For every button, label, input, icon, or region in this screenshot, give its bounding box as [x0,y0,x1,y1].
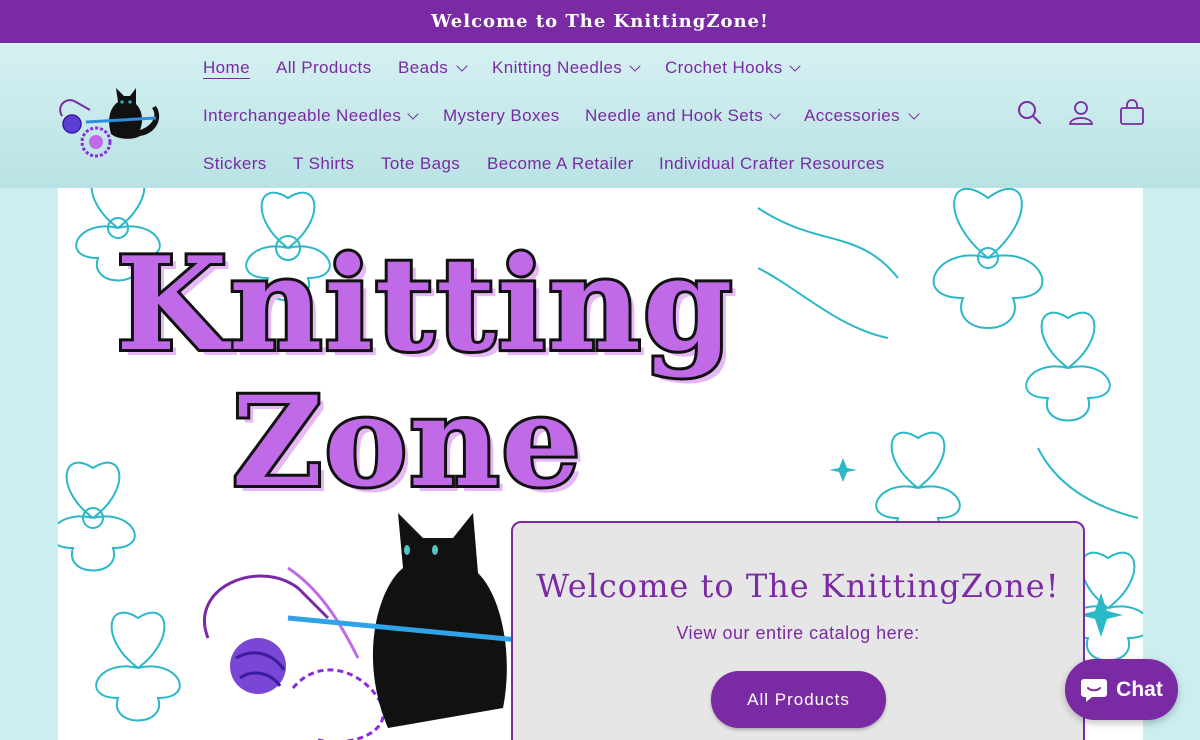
nav-t-shirts[interactable]: T Shirts [293,154,354,174]
crochet-hooks-chevron-down-icon[interactable] [789,60,801,72]
chat-bubble-icon [1081,678,1108,702]
nav-interchangeable-needles[interactable]: Interchangeable Needles [203,106,401,126]
hero-banner: Knitting Knitting Zone Zone Welcome to T… [58,188,1143,740]
interchangeable-needles-chevron-down-icon[interactable] [407,108,419,120]
cart-icon[interactable] [1117,98,1147,128]
knitting-needles-chevron-down-icon[interactable] [629,60,641,72]
nav-knitting-needles[interactable]: Knitting Needles [492,58,622,78]
nav-all-products[interactable]: All Products [276,58,372,78]
store-logo[interactable] [56,76,162,162]
announcement-text: Welcome to The KnittingZone! [431,11,769,32]
chat-label: Chat [1116,677,1163,701]
accessories-chevron-down-icon[interactable] [908,108,920,120]
welcome-heading: Welcome to The KnittingZone! [536,567,1060,605]
nav-crochet-hooks[interactable]: Crochet Hooks [665,58,783,78]
welcome-card: Welcome to The KnittingZone! View our en… [511,521,1085,740]
nav-stickers[interactable]: Stickers [203,154,267,174]
hero-title-line2: Zone [229,367,583,518]
nav-tote-bags[interactable]: Tote Bags [381,154,460,174]
announcement-bar: Welcome to The KnittingZone! [0,0,1200,43]
nav-become-a-retailer[interactable]: Become A Retailer [487,154,634,174]
nav-beads[interactable]: Beads [398,58,448,78]
search-icon[interactable] [1015,98,1045,128]
needle-hook-sets-chevron-down-icon[interactable] [769,108,781,120]
all-products-button[interactable]: All Products [711,671,886,728]
nav-accessories[interactable]: Accessories [804,106,900,126]
hero-title-line1: Knitting [113,227,735,383]
nav-mystery-boxes[interactable]: Mystery Boxes [443,106,560,126]
beads-chevron-down-icon[interactable] [456,60,468,72]
nav-needle-and-hook-sets[interactable]: Needle and Hook Sets [585,106,763,126]
nav-individual-crafter-resources[interactable]: Individual Crafter Resources [659,154,885,174]
account-icon[interactable] [1066,98,1096,128]
nav-home[interactable]: Home [203,58,250,78]
chat-widget-button[interactable]: Chat [1065,659,1178,720]
welcome-subtitle: View our entire catalog here: [676,623,920,643]
site-header: Home All Products Beads Knitting Needles… [0,43,1200,188]
